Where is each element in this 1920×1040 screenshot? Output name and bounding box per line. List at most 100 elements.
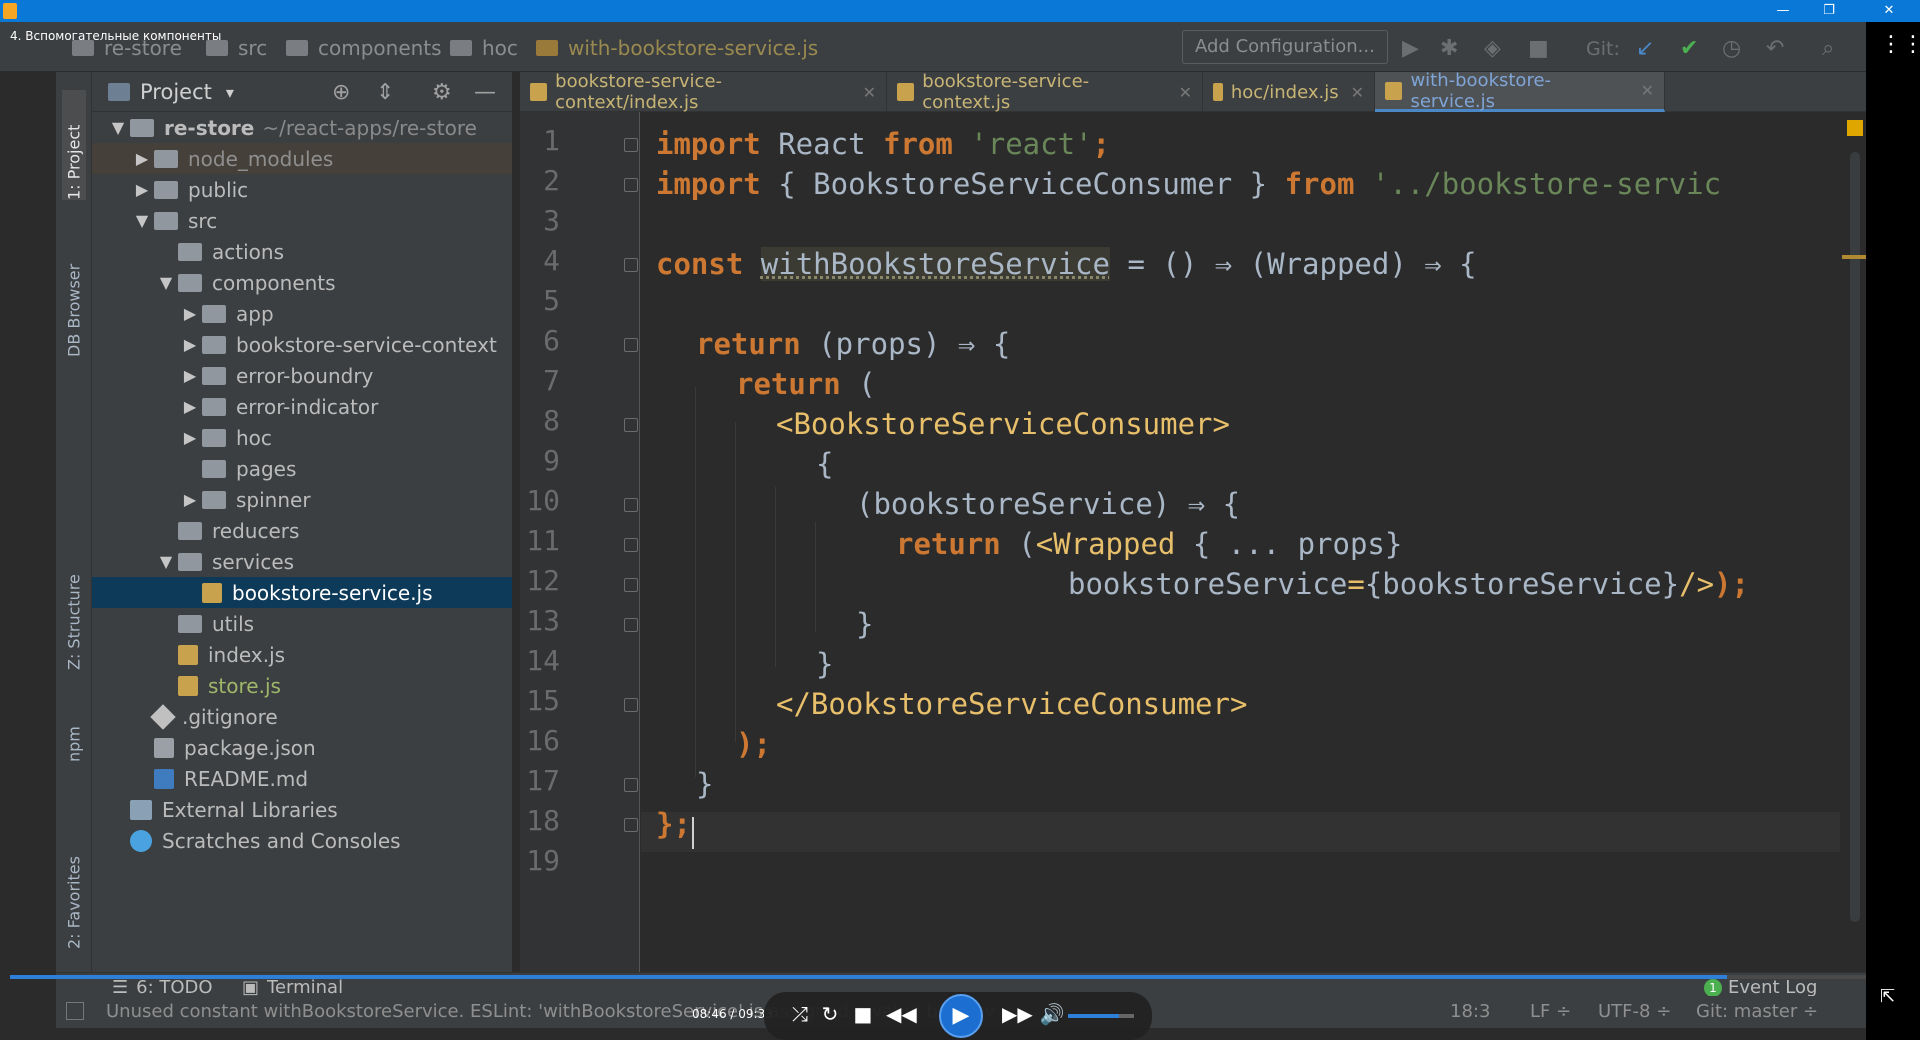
tree-item[interactable]: ▶ hoc bbox=[92, 422, 512, 453]
fold-marker-icon[interactable] bbox=[624, 818, 638, 832]
tab-hoc-index[interactable]: hoc/index.js ✕ bbox=[1203, 72, 1375, 112]
code-editor[interactable]: 1 2 3 4 5 6 7 8 9 10 11 12 13 14 15 16 17 18 19 import Rea… bbox=[520, 112, 1866, 972]
tab-context-js[interactable]: bookstore-service-context.js ✕ bbox=[887, 71, 1203, 113]
tree-item[interactable]: Scratches and Consoles bbox=[92, 825, 512, 856]
project-tool-tab[interactable]: 1: Project bbox=[62, 90, 86, 200]
close-tab-icon[interactable]: ✕ bbox=[1351, 83, 1364, 102]
git-revert-icon[interactable]: ↶ bbox=[1766, 36, 1784, 61]
fold-marker-icon[interactable] bbox=[624, 338, 638, 352]
stop-icon[interactable]: ■ bbox=[1528, 36, 1549, 61]
tree-item[interactable]: README.md bbox=[92, 763, 512, 794]
fold-marker-icon[interactable] bbox=[624, 578, 638, 592]
tree-item[interactable]: ▶ public bbox=[92, 174, 512, 205]
tree-item[interactable]: ▶ spinner bbox=[92, 484, 512, 515]
project-view-selector[interactable]: Project ▾ bbox=[108, 80, 234, 104]
close-button[interactable]: ✕ bbox=[1866, 0, 1912, 22]
chevron-down-icon[interactable]: ▼ bbox=[106, 118, 130, 137]
stop-icon[interactable]: ■ bbox=[849, 1002, 877, 1026]
tree-item[interactable]: ▶ error-indicator bbox=[92, 391, 512, 422]
tree-item[interactable]: ▶ node_modules bbox=[92, 143, 512, 174]
close-tab-icon[interactable]: ✕ bbox=[1641, 81, 1654, 100]
gear-icon[interactable]: ⚙ bbox=[432, 80, 452, 105]
chevron-down-icon[interactable]: ▼ bbox=[154, 552, 178, 571]
fold-marker-icon[interactable] bbox=[624, 698, 638, 712]
breadcrumb-hoc[interactable]: hoc bbox=[450, 36, 518, 60]
chevron-right-icon[interactable]: ▶ bbox=[130, 149, 154, 168]
tree-item[interactable]: External Libraries bbox=[92, 794, 512, 825]
hide-panel-icon[interactable]: — bbox=[474, 80, 496, 105]
shuffle-icon[interactable]: ⤮ bbox=[786, 1002, 814, 1026]
tree-item[interactable]: .gitignore bbox=[92, 701, 512, 732]
tree-item[interactable]: store.js bbox=[92, 670, 512, 701]
collapse-all-icon[interactable]: ⇕ bbox=[376, 80, 394, 105]
file-encoding[interactable]: UTF-8 ÷ bbox=[1598, 1001, 1671, 1022]
fold-marker-icon[interactable] bbox=[624, 618, 638, 632]
fold-marker-icon[interactable] bbox=[624, 418, 638, 432]
playlist-icon[interactable]: ⋮⋮ bbox=[1880, 32, 1920, 57]
line-ending[interactable]: LF ÷ bbox=[1530, 1001, 1571, 1022]
git-commit-icon[interactable]: ✔ bbox=[1680, 36, 1698, 61]
search-icon[interactable]: ⌕ bbox=[1822, 36, 1834, 61]
fold-marker-icon[interactable] bbox=[624, 258, 638, 272]
tree-item[interactable]: actions bbox=[92, 236, 512, 267]
git-history-icon[interactable]: ◷ bbox=[1722, 36, 1741, 61]
minimize-button[interactable]: — bbox=[1760, 0, 1806, 22]
event-log-button[interactable]: 1 Event Log bbox=[1704, 977, 1817, 998]
toggle-tool-windows-icon[interactable] bbox=[66, 1002, 84, 1020]
locate-icon[interactable]: ⊕ bbox=[332, 80, 350, 105]
repeat-icon[interactable]: ↻ bbox=[816, 1002, 844, 1026]
fold-marker-icon[interactable] bbox=[624, 778, 638, 792]
chevron-down-icon[interactable]: ▼ bbox=[130, 211, 154, 230]
breadcrumb-components[interactable]: components bbox=[286, 36, 442, 60]
fold-marker-icon[interactable] bbox=[624, 498, 638, 512]
fold-marker-icon[interactable] bbox=[624, 538, 638, 552]
volume-slider[interactable] bbox=[1068, 1014, 1134, 1018]
favorites-tool-tab[interactable]: 2: Favorites bbox=[62, 824, 86, 949]
chevron-down-icon[interactable]: ▼ bbox=[154, 273, 178, 292]
chevron-right-icon[interactable]: ▶ bbox=[178, 428, 202, 447]
tree-item[interactable]: ▼ src bbox=[92, 205, 512, 236]
tree-item[interactable]: pages bbox=[92, 453, 512, 484]
tree-item[interactable]: ▼ re-store ~/react-apps/re-store bbox=[92, 112, 512, 143]
tree-item[interactable]: package.json bbox=[92, 732, 512, 763]
tree-item[interactable]: utils bbox=[92, 608, 512, 639]
chevron-right-icon[interactable]: ▶ bbox=[178, 366, 202, 385]
todo-tool-button[interactable]: ☰ 6: TODO bbox=[112, 977, 213, 998]
chevron-right-icon[interactable]: ▶ bbox=[178, 304, 202, 323]
chevron-right-icon[interactable]: ▶ bbox=[178, 335, 202, 354]
tab-context-index[interactable]: bookstore-service-context/index.js ✕ bbox=[520, 71, 887, 113]
tree-item[interactable]: index.js bbox=[92, 639, 512, 670]
coverage-icon[interactable]: ◈ bbox=[1484, 36, 1501, 61]
editor-scrollbar[interactable] bbox=[1850, 152, 1860, 922]
run-icon[interactable]: ▶ bbox=[1402, 36, 1419, 61]
tree-item[interactable]: ▼ components bbox=[92, 267, 512, 298]
tree-item[interactable]: ▶ bookstore-service-context bbox=[92, 329, 512, 360]
close-tab-icon[interactable]: ✕ bbox=[863, 83, 876, 102]
caret-position[interactable]: 18:3 bbox=[1450, 1001, 1490, 1022]
breadcrumb-file[interactable]: with-bookstore-service.js bbox=[536, 36, 818, 60]
fast-forward-icon[interactable]: ▶▶ bbox=[1002, 1002, 1033, 1026]
warning-status-icon[interactable] bbox=[1847, 120, 1863, 136]
add-configuration-button[interactable]: Add Configuration... bbox=[1182, 30, 1388, 64]
tree-item[interactable]: bookstore-service.js bbox=[92, 577, 512, 608]
tree-item[interactable]: ▶ error-boundry bbox=[92, 360, 512, 391]
debug-icon[interactable]: ✱ bbox=[1440, 36, 1458, 61]
video-progress-bar[interactable] bbox=[10, 975, 1880, 979]
chevron-right-icon[interactable]: ▶ bbox=[178, 397, 202, 416]
structure-tool-tab[interactable]: Z: Structure bbox=[62, 550, 86, 670]
tab-with-bookstore-service[interactable]: with-bookstore-service.js ✕ bbox=[1375, 70, 1665, 112]
external-window-icon[interactable]: ⇱ bbox=[1880, 986, 1895, 1007]
npm-tool-tab[interactable]: npm bbox=[62, 692, 86, 762]
volume-icon[interactable]: 🔊 bbox=[1038, 1002, 1066, 1026]
chevron-right-icon[interactable]: ▶ bbox=[178, 490, 202, 509]
fold-marker-icon[interactable] bbox=[624, 178, 638, 192]
tree-item[interactable]: reducers bbox=[92, 515, 512, 546]
fold-marker-icon[interactable] bbox=[624, 138, 638, 152]
close-tab-icon[interactable]: ✕ bbox=[1179, 83, 1192, 102]
play-button[interactable]: ▶ bbox=[939, 994, 983, 1038]
db-browser-tool-tab[interactable]: DB Browser bbox=[62, 232, 86, 357]
git-branch[interactable]: Git: master ÷ bbox=[1696, 1001, 1818, 1022]
git-update-icon[interactable]: ↙ bbox=[1636, 36, 1654, 61]
restore-button[interactable]: ❐ bbox=[1806, 0, 1852, 22]
rewind-icon[interactable]: ◀◀ bbox=[886, 1002, 917, 1026]
